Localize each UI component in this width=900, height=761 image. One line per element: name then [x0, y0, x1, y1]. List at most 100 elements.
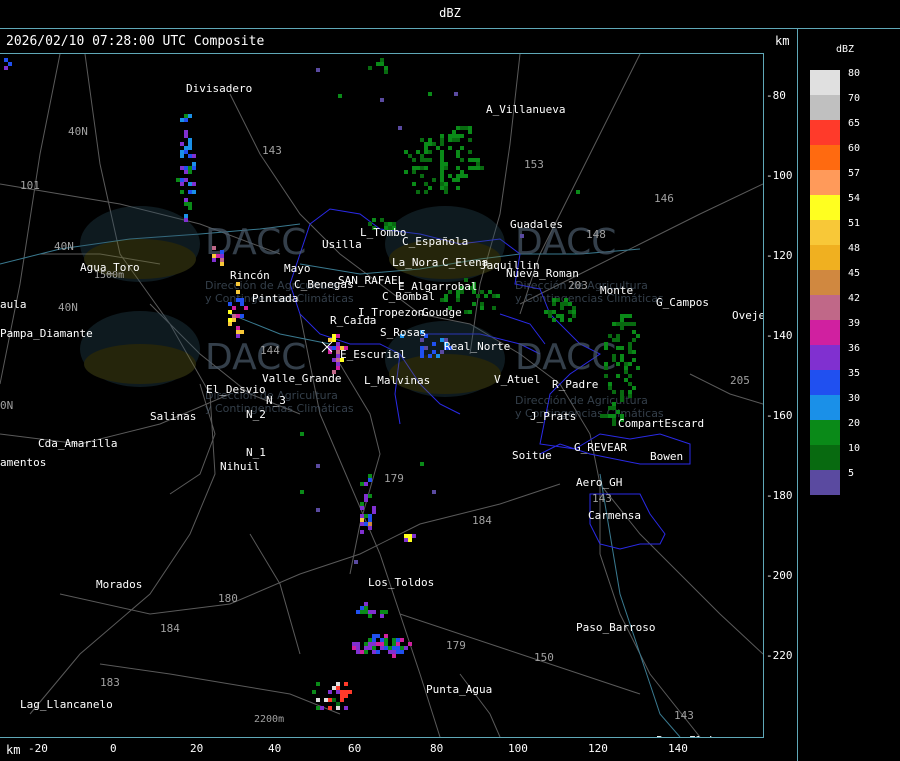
terrain-label: 1500m	[94, 270, 124, 281]
echo-cell	[440, 174, 444, 178]
place-label: Goudge	[422, 306, 462, 319]
echo-cell	[332, 334, 336, 338]
echo-cell	[612, 406, 616, 410]
place-label: aula	[0, 298, 27, 311]
echo-cell	[460, 158, 464, 162]
echo-cell	[454, 92, 458, 96]
x-tick-label: 40	[268, 742, 282, 755]
echo-cell	[338, 94, 342, 98]
echo-cell	[360, 506, 364, 510]
echo-cell	[352, 642, 356, 646]
echo-cell	[316, 706, 320, 710]
echo-cell	[220, 258, 224, 262]
echo-cell	[360, 522, 364, 526]
echo-cell	[372, 646, 376, 650]
echo-cell	[452, 138, 456, 142]
echo-cell	[348, 690, 352, 694]
echo-cell	[456, 150, 460, 154]
echo-cell	[380, 638, 384, 642]
echo-cell	[620, 354, 624, 358]
echo-cell	[440, 158, 444, 162]
echo-cell	[472, 166, 476, 170]
echo-cell	[360, 514, 364, 518]
echo-cell	[384, 646, 388, 650]
echo-cell	[380, 98, 384, 102]
echo-cell	[568, 318, 572, 322]
echo-cell	[632, 330, 636, 334]
echo-cell	[384, 634, 388, 638]
watermark-line1-4: Dirección de Agricultura	[515, 394, 648, 407]
x-tick-label: 140	[668, 742, 688, 755]
echo-cell	[316, 464, 320, 468]
echo-cell	[420, 138, 424, 142]
echo-cell	[384, 66, 388, 70]
route-number: 40N	[58, 301, 78, 314]
legend-swatch	[810, 70, 840, 95]
legend-swatch	[810, 420, 840, 445]
echo-cell	[404, 170, 408, 174]
echo-cell	[384, 610, 388, 614]
echo-cell	[380, 642, 384, 646]
echo-cell	[484, 294, 488, 298]
echo-cell	[332, 698, 336, 702]
echo-cell	[444, 294, 448, 298]
echo-cell	[464, 310, 468, 314]
echo-cell	[412, 158, 416, 162]
map-right-border	[763, 53, 764, 737]
y-tick-label: -160	[766, 409, 793, 422]
echo-cell	[400, 638, 404, 642]
echo-cell	[368, 610, 372, 614]
legend-value: 65	[848, 118, 861, 129]
echo-cell	[420, 154, 424, 158]
echo-cell	[368, 614, 372, 618]
echo-cell	[368, 642, 372, 646]
echo-cell	[300, 432, 304, 436]
echo-cell	[616, 346, 620, 350]
echo-cell	[572, 310, 576, 314]
echo-cell	[472, 158, 476, 162]
echo-cell	[460, 126, 464, 130]
echo-cell	[380, 614, 384, 618]
echo-cell	[440, 150, 444, 154]
echo-cell	[372, 650, 376, 654]
legend-value: 70	[848, 93, 861, 104]
echo-cell	[188, 170, 192, 174]
x-tick-label: -20	[28, 742, 48, 755]
place-label: Paso_Barroso	[576, 621, 655, 634]
echo-cell	[180, 154, 184, 158]
echo-cell	[376, 634, 380, 638]
echo-cell	[340, 690, 344, 694]
echo-cell	[420, 462, 424, 466]
echo-cell	[620, 358, 624, 362]
echo-cell	[612, 390, 616, 394]
echo-cell	[396, 650, 400, 654]
legend-swatch	[810, 345, 840, 370]
legend-title: dBZ	[836, 44, 855, 55]
echo-cell	[396, 642, 400, 646]
timestamp-label: 2026/02/10 07:28:00 UTC Composite	[6, 34, 265, 49]
place-label: G_REVEAR	[574, 441, 627, 454]
echo-cell	[548, 310, 552, 314]
echo-cell	[376, 62, 380, 66]
echo-cell	[428, 92, 432, 96]
legend-value: 30	[848, 393, 861, 404]
echo-cell	[604, 366, 608, 370]
echo-cell	[240, 314, 244, 318]
echo-cell	[316, 682, 320, 686]
echo-cell	[436, 354, 440, 358]
echo-cell	[420, 346, 424, 350]
echo-cell	[608, 406, 612, 410]
radar-map[interactable]: DACC DACC DACC DACC Dirección de Agricul…	[0, 54, 763, 737]
x-unit-label: km	[6, 743, 21, 757]
echo-cell	[404, 150, 408, 154]
echo-cell	[624, 378, 628, 382]
echo-cell	[480, 290, 484, 294]
echo-cell	[232, 314, 236, 318]
echo-cell	[368, 494, 372, 498]
echo-cell	[336, 366, 340, 370]
echo-cell	[604, 342, 608, 346]
echo-cell	[400, 650, 404, 654]
echo-cell	[568, 302, 572, 306]
echo-cell	[460, 146, 464, 150]
echo-cell	[408, 534, 412, 538]
